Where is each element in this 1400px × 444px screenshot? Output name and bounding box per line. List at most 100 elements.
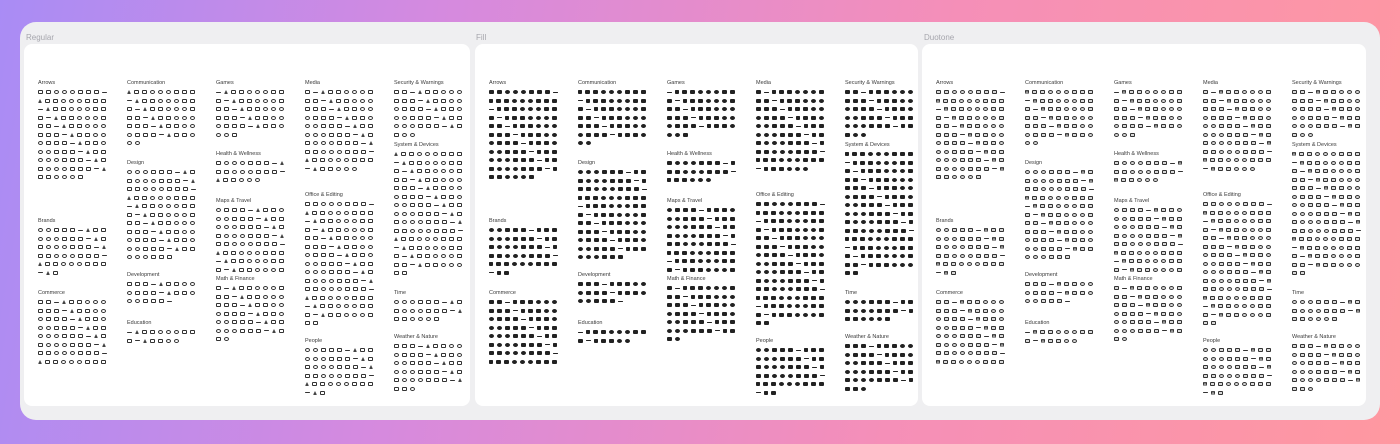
glyph-icon[interactable] xyxy=(811,107,816,111)
glyph-icon[interactable] xyxy=(667,115,672,120)
glyph-icon[interactable] xyxy=(457,124,462,128)
glyph-icon[interactable] xyxy=(1339,98,1344,103)
glyph-icon[interactable] xyxy=(142,98,147,103)
glyph-icon[interactable] xyxy=(442,213,447,214)
glyph-icon[interactable] xyxy=(513,149,518,154)
glyph-icon[interactable] xyxy=(683,286,687,290)
glyph-icon[interactable] xyxy=(86,166,91,171)
glyph-icon[interactable] xyxy=(1235,107,1239,111)
glyph-icon[interactable] xyxy=(698,267,703,272)
glyph-icon[interactable] xyxy=(877,186,881,190)
glyph-icon[interactable] xyxy=(699,209,704,211)
glyph-icon[interactable] xyxy=(433,169,438,173)
glyph-icon[interactable] xyxy=(1056,330,1061,334)
glyph-icon[interactable] xyxy=(1088,90,1093,94)
glyph-icon[interactable] xyxy=(240,216,245,221)
glyph-icon[interactable] xyxy=(1308,203,1313,207)
glyph-icon[interactable] xyxy=(264,161,269,165)
glyph-icon[interactable] xyxy=(70,253,75,258)
glyph-icon[interactable] xyxy=(1000,166,1004,171)
glyph-icon[interactable] xyxy=(796,202,801,206)
glyph-icon[interactable] xyxy=(845,262,850,267)
glyph-icon[interactable] xyxy=(1138,242,1143,246)
glyph-icon[interactable] xyxy=(772,227,776,232)
glyph-icon[interactable] xyxy=(634,170,638,174)
glyph-icon[interactable] xyxy=(1226,219,1231,223)
glyph-icon[interactable] xyxy=(667,320,672,324)
glyph-icon[interactable] xyxy=(853,170,858,172)
glyph-icon[interactable] xyxy=(536,359,541,364)
glyph-icon[interactable] xyxy=(715,161,720,165)
glyph-icon[interactable] xyxy=(1170,235,1175,236)
glyph-icon[interactable] xyxy=(900,254,905,258)
glyph-icon[interactable] xyxy=(1250,295,1255,300)
glyph-icon[interactable] xyxy=(811,382,816,386)
glyph-icon[interactable] xyxy=(1072,107,1077,111)
glyph-icon[interactable] xyxy=(1331,160,1336,165)
glyph-icon[interactable] xyxy=(1138,233,1143,238)
glyph-icon[interactable] xyxy=(868,237,873,241)
glyph-icon[interactable] xyxy=(1300,228,1305,233)
glyph-icon[interactable] xyxy=(780,253,785,257)
glyph-icon[interactable] xyxy=(803,158,808,162)
glyph-icon[interactable] xyxy=(877,211,882,216)
glyph-icon[interactable] xyxy=(1169,107,1174,111)
glyph-icon[interactable] xyxy=(756,295,760,300)
glyph-icon[interactable] xyxy=(46,270,50,275)
glyph-icon[interactable] xyxy=(394,352,399,357)
glyph-icon[interactable] xyxy=(845,300,850,304)
glyph-icon[interactable] xyxy=(394,98,399,103)
glyph-icon[interactable] xyxy=(54,115,58,120)
glyph-icon[interactable] xyxy=(368,158,373,162)
glyph-icon[interactable] xyxy=(960,253,965,258)
glyph-icon[interactable] xyxy=(70,342,75,347)
glyph-icon[interactable] xyxy=(344,166,349,171)
glyph-icon[interactable] xyxy=(272,162,277,164)
glyph-icon[interactable] xyxy=(143,212,147,217)
glyph-icon[interactable] xyxy=(552,317,557,321)
glyph-icon[interactable] xyxy=(1332,204,1337,206)
glyph-icon[interactable] xyxy=(1355,107,1360,111)
glyph-icon[interactable] xyxy=(150,338,155,343)
glyph-icon[interactable] xyxy=(279,250,284,255)
glyph-icon[interactable] xyxy=(337,141,342,145)
glyph-icon[interactable] xyxy=(1250,236,1255,240)
glyph-icon[interactable] xyxy=(345,202,350,206)
glyph-icon[interactable] xyxy=(240,242,245,246)
glyph-icon[interactable] xyxy=(497,317,502,321)
glyph-icon[interactable] xyxy=(434,107,438,111)
glyph-icon[interactable] xyxy=(216,98,221,103)
glyph-icon[interactable] xyxy=(1177,225,1182,229)
glyph-icon[interactable] xyxy=(352,210,357,215)
glyph-icon[interactable] xyxy=(602,125,607,127)
glyph-icon[interactable] xyxy=(545,351,550,355)
glyph-icon[interactable] xyxy=(54,149,59,154)
glyph-icon[interactable] xyxy=(885,378,890,382)
glyph-icon[interactable] xyxy=(869,187,874,189)
glyph-icon[interactable] xyxy=(796,115,800,120)
glyph-icon[interactable] xyxy=(78,351,83,355)
glyph-icon[interactable] xyxy=(167,238,171,242)
glyph-icon[interactable] xyxy=(127,255,132,259)
glyph-icon[interactable] xyxy=(1308,300,1313,304)
glyph-icon[interactable] xyxy=(489,351,494,355)
glyph-icon[interactable] xyxy=(1300,255,1305,257)
glyph-icon[interactable] xyxy=(706,107,711,111)
glyph-icon[interactable] xyxy=(1242,244,1247,249)
glyph-icon[interactable] xyxy=(38,149,43,154)
glyph-icon[interactable] xyxy=(951,107,956,111)
glyph-icon[interactable] xyxy=(1211,253,1216,257)
glyph-icon[interactable] xyxy=(845,344,850,348)
glyph-icon[interactable] xyxy=(402,220,407,224)
glyph-icon[interactable] xyxy=(992,246,997,248)
glyph-icon[interactable] xyxy=(529,342,534,347)
glyph-icon[interactable] xyxy=(544,107,549,111)
glyph-icon[interactable] xyxy=(804,287,809,291)
glyph-icon[interactable] xyxy=(69,262,74,266)
glyph-icon[interactable] xyxy=(1219,356,1224,361)
glyph-icon[interactable] xyxy=(361,366,366,368)
glyph-icon[interactable] xyxy=(683,161,688,165)
glyph-icon[interactable] xyxy=(553,255,558,256)
glyph-icon[interactable] xyxy=(991,141,996,145)
glyph-icon[interactable] xyxy=(1292,98,1297,103)
